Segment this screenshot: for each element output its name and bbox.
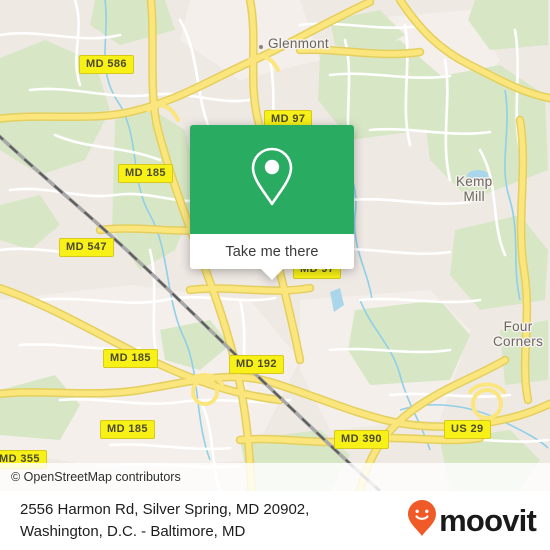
moovit-pin-smiley-icon [407, 499, 437, 542]
location-popup[interactable]: Take me there [190, 125, 354, 280]
road-shield-us-29: US 29 [444, 420, 491, 439]
road-shield-md-185-mid: MD 185 [103, 349, 158, 368]
footer-bar: 2556 Harmon Rd, Silver Spring, MD 20902,… [0, 491, 550, 550]
road-shield-md-547: MD 547 [59, 238, 114, 257]
moovit-logo[interactable]: moovit [407, 499, 537, 542]
take-me-there-label: Take me there [225, 243, 319, 260]
popup-pin-area [190, 125, 354, 234]
take-me-there-button[interactable]: Take me there [190, 234, 354, 269]
popup-tail [261, 269, 283, 280]
place-dot-glenmont [259, 45, 263, 49]
osm-attribution-text: © OpenStreetMap contributors [11, 470, 181, 484]
road-shield-md-390: MD 390 [334, 430, 389, 449]
address-block: 2556 Harmon Rd, Silver Spring, MD 20902,… [20, 499, 309, 542]
address-line-2: Washington, D.C. - Baltimore, MD [20, 522, 246, 540]
road-shield-md-185-north: MD 185 [118, 164, 173, 183]
map-attribution-bar: © OpenStreetMap contributors [0, 463, 550, 491]
map-screenshot: Glenmont Kemp Mill Four Corners MD 586 M… [0, 0, 550, 550]
road-shield-md-192: MD 192 [229, 355, 284, 374]
road-shield-md-586: MD 586 [79, 55, 134, 74]
map-canvas[interactable]: Glenmont Kemp Mill Four Corners MD 586 M… [0, 0, 550, 491]
moovit-wordmark: moovit [439, 503, 537, 538]
map-pin-icon [249, 146, 295, 213]
address-line-1: 2556 Harmon Rd, Silver Spring, MD 20902, [20, 501, 310, 519]
road-shield-md-185-south: MD 185 [100, 420, 155, 439]
